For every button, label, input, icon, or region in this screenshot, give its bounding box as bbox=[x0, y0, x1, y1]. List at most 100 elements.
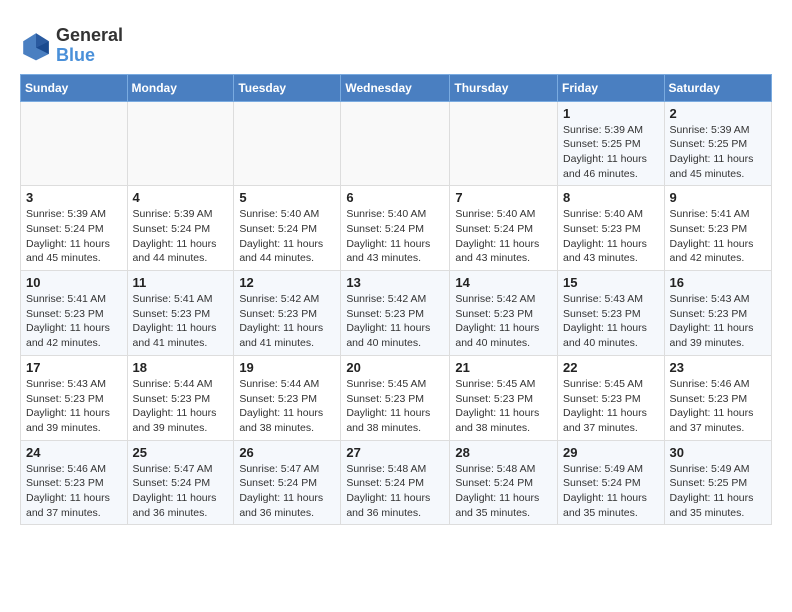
calendar-cell: 19 Sunrise: 5:44 AM Sunset: 5:23 PM Dayli… bbox=[234, 355, 341, 440]
calendar-cell: 20 Sunrise: 5:45 AM Sunset: 5:23 PM Dayli… bbox=[341, 355, 450, 440]
calendar-cell: 23 Sunrise: 5:46 AM Sunset: 5:23 PM Dayli… bbox=[664, 355, 771, 440]
calendar-cell: 29 Sunrise: 5:49 AM Sunset: 5:24 PM Dayli… bbox=[558, 440, 665, 525]
logo-icon bbox=[20, 30, 52, 62]
day-number: 1 bbox=[563, 106, 659, 121]
calendar-cell bbox=[234, 101, 341, 186]
day-number: 12 bbox=[239, 275, 335, 290]
day-number: 30 bbox=[670, 445, 766, 460]
day-info: Sunrise: 5:40 AM Sunset: 5:24 PM Dayligh… bbox=[455, 207, 552, 266]
calendar-cell: 9Sunrise: 5:41 AM Sunset: 5:23 PM Daylig… bbox=[664, 186, 771, 271]
day-number: 23 bbox=[670, 360, 766, 375]
calendar-cell: 18Sunrise: 5:44 AM Sunset: 5:23 PM Dayli… bbox=[127, 355, 234, 440]
day-number: 13 bbox=[346, 275, 444, 290]
calendar-cell bbox=[21, 101, 128, 186]
calendar-cell: 11 Sunrise: 5:41 AM Sunset: 5:23 PM Dayli… bbox=[127, 271, 234, 356]
calendar-week-row: 3 Sunrise: 5:39 AM Sunset: 5:24 PM Daylig… bbox=[21, 186, 772, 271]
day-number: 22 bbox=[563, 360, 659, 375]
day-number: 17 bbox=[26, 360, 122, 375]
day-info: Sunrise: 5:46 AM Sunset: 5:23 PM Dayligh… bbox=[670, 377, 766, 436]
calendar-cell: 21 Sunrise: 5:45 AM Sunset: 5:23 PM Dayli… bbox=[450, 355, 558, 440]
calendar-cell: 28 Sunrise: 5:48 AM Sunset: 5:24 PM Dayli… bbox=[450, 440, 558, 525]
day-number: 6 bbox=[346, 190, 444, 205]
day-info: Sunrise: 5:49 AM Sunset: 5:25 PM Dayligh… bbox=[670, 462, 766, 521]
calendar-week-row: 24 Sunrise: 5:46 AM Sunset: 5:23 PM Dayli… bbox=[21, 440, 772, 525]
calendar-cell: 14Sunrise: 5:42 AM Sunset: 5:23 PM Dayli… bbox=[450, 271, 558, 356]
calendar-cell: 2 Sunrise: 5:39 AM Sunset: 5:25 PM Daylig… bbox=[664, 101, 771, 186]
weekday-header: Tuesday bbox=[234, 74, 341, 101]
day-number: 18 bbox=[133, 360, 229, 375]
day-info: Sunrise: 5:41 AM Sunset: 5:23 PM Dayligh… bbox=[26, 292, 122, 351]
day-number: 21 bbox=[455, 360, 552, 375]
calendar-header-row: SundayMondayTuesdayWednesdayThursdayFrid… bbox=[21, 74, 772, 101]
calendar-cell: 27Sunrise: 5:48 AM Sunset: 5:24 PM Dayli… bbox=[341, 440, 450, 525]
day-info: Sunrise: 5:40 AM Sunset: 5:24 PM Dayligh… bbox=[239, 207, 335, 266]
logo: General Blue bbox=[20, 26, 123, 66]
day-number: 29 bbox=[563, 445, 659, 460]
day-info: Sunrise: 5:45 AM Sunset: 5:23 PM Dayligh… bbox=[563, 377, 659, 436]
calendar-cell: 30 Sunrise: 5:49 AM Sunset: 5:25 PM Dayli… bbox=[664, 440, 771, 525]
header: General Blue bbox=[20, 20, 772, 66]
day-number: 28 bbox=[455, 445, 552, 460]
calendar-cell bbox=[341, 101, 450, 186]
page: General Blue SundayMondayTuesdayWednesda… bbox=[0, 0, 792, 535]
day-info: Sunrise: 5:40 AM Sunset: 5:23 PM Dayligh… bbox=[563, 207, 659, 266]
weekday-header: Saturday bbox=[664, 74, 771, 101]
calendar-cell: 5Sunrise: 5:40 AM Sunset: 5:24 PM Daylig… bbox=[234, 186, 341, 271]
day-info: Sunrise: 5:45 AM Sunset: 5:23 PM Dayligh… bbox=[455, 377, 552, 436]
day-number: 25 bbox=[133, 445, 229, 460]
day-number: 15 bbox=[563, 275, 659, 290]
calendar-cell: 22 Sunrise: 5:45 AM Sunset: 5:23 PM Dayli… bbox=[558, 355, 665, 440]
day-info: Sunrise: 5:41 AM Sunset: 5:23 PM Dayligh… bbox=[133, 292, 229, 351]
day-info: Sunrise: 5:45 AM Sunset: 5:23 PM Dayligh… bbox=[346, 377, 444, 436]
day-number: 9 bbox=[670, 190, 766, 205]
day-number: 26 bbox=[239, 445, 335, 460]
weekday-header: Thursday bbox=[450, 74, 558, 101]
calendar: SundayMondayTuesdayWednesdayThursdayFrid… bbox=[20, 74, 772, 526]
calendar-cell: 17 Sunrise: 5:43 AM Sunset: 5:23 PM Dayli… bbox=[21, 355, 128, 440]
calendar-week-row: 1 Sunrise: 5:39 AM Sunset: 5:25 PM Daylig… bbox=[21, 101, 772, 186]
day-info: Sunrise: 5:48 AM Sunset: 5:24 PM Dayligh… bbox=[455, 462, 552, 521]
weekday-header: Wednesday bbox=[341, 74, 450, 101]
day-number: 7 bbox=[455, 190, 552, 205]
day-info: Sunrise: 5:46 AM Sunset: 5:23 PM Dayligh… bbox=[26, 462, 122, 521]
day-info: Sunrise: 5:42 AM Sunset: 5:23 PM Dayligh… bbox=[455, 292, 552, 351]
day-info: Sunrise: 5:47 AM Sunset: 5:24 PM Dayligh… bbox=[133, 462, 229, 521]
day-info: Sunrise: 5:44 AM Sunset: 5:23 PM Dayligh… bbox=[239, 377, 335, 436]
day-number: 2 bbox=[670, 106, 766, 121]
day-number: 16 bbox=[670, 275, 766, 290]
calendar-cell: 3 Sunrise: 5:39 AM Sunset: 5:24 PM Daylig… bbox=[21, 186, 128, 271]
weekday-header: Sunday bbox=[21, 74, 128, 101]
calendar-cell bbox=[127, 101, 234, 186]
day-info: Sunrise: 5:43 AM Sunset: 5:23 PM Dayligh… bbox=[26, 377, 122, 436]
calendar-cell: 26 Sunrise: 5:47 AM Sunset: 5:24 PM Dayli… bbox=[234, 440, 341, 525]
calendar-cell: 12Sunrise: 5:42 AM Sunset: 5:23 PM Dayli… bbox=[234, 271, 341, 356]
calendar-cell: 13Sunrise: 5:42 AM Sunset: 5:23 PM Dayli… bbox=[341, 271, 450, 356]
calendar-cell: 16 Sunrise: 5:43 AM Sunset: 5:23 PM Dayli… bbox=[664, 271, 771, 356]
day-info: Sunrise: 5:39 AM Sunset: 5:24 PM Dayligh… bbox=[133, 207, 229, 266]
day-number: 3 bbox=[26, 190, 122, 205]
day-info: Sunrise: 5:40 AM Sunset: 5:24 PM Dayligh… bbox=[346, 207, 444, 266]
day-number: 10 bbox=[26, 275, 122, 290]
day-info: Sunrise: 5:43 AM Sunset: 5:23 PM Dayligh… bbox=[670, 292, 766, 351]
day-number: 19 bbox=[239, 360, 335, 375]
day-number: 8 bbox=[563, 190, 659, 205]
weekday-header: Friday bbox=[558, 74, 665, 101]
day-info: Sunrise: 5:39 AM Sunset: 5:25 PM Dayligh… bbox=[563, 123, 659, 182]
day-info: Sunrise: 5:49 AM Sunset: 5:24 PM Dayligh… bbox=[563, 462, 659, 521]
day-number: 24 bbox=[26, 445, 122, 460]
calendar-cell: 10 Sunrise: 5:41 AM Sunset: 5:23 PM Dayli… bbox=[21, 271, 128, 356]
day-number: 20 bbox=[346, 360, 444, 375]
day-number: 11 bbox=[133, 275, 229, 290]
day-info: Sunrise: 5:39 AM Sunset: 5:24 PM Dayligh… bbox=[26, 207, 122, 266]
calendar-cell: 7 Sunrise: 5:40 AM Sunset: 5:24 PM Daylig… bbox=[450, 186, 558, 271]
logo-text: General Blue bbox=[56, 26, 123, 66]
calendar-cell: 4 Sunrise: 5:39 AM Sunset: 5:24 PM Daylig… bbox=[127, 186, 234, 271]
day-number: 4 bbox=[133, 190, 229, 205]
day-info: Sunrise: 5:39 AM Sunset: 5:25 PM Dayligh… bbox=[670, 123, 766, 182]
day-info: Sunrise: 5:47 AM Sunset: 5:24 PM Dayligh… bbox=[239, 462, 335, 521]
calendar-cell bbox=[450, 101, 558, 186]
calendar-week-row: 10 Sunrise: 5:41 AM Sunset: 5:23 PM Dayli… bbox=[21, 271, 772, 356]
calendar-cell: 24 Sunrise: 5:46 AM Sunset: 5:23 PM Dayli… bbox=[21, 440, 128, 525]
day-info: Sunrise: 5:48 AM Sunset: 5:24 PM Dayligh… bbox=[346, 462, 444, 521]
calendar-cell: 1 Sunrise: 5:39 AM Sunset: 5:25 PM Daylig… bbox=[558, 101, 665, 186]
